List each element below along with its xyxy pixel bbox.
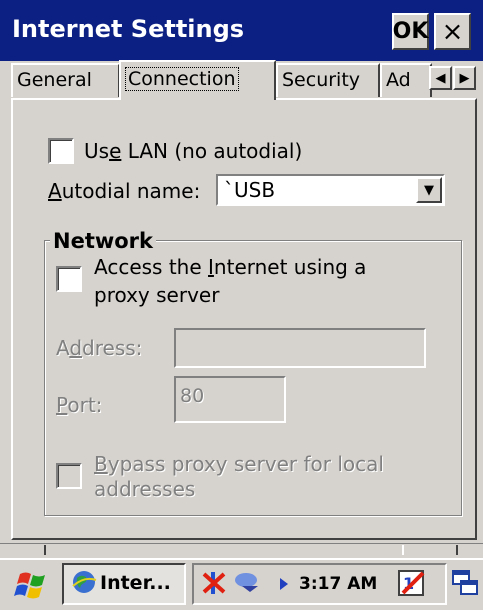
close-button[interactable]: ×	[434, 13, 471, 50]
use-lan-checkbox[interactable]	[48, 138, 74, 164]
ok-button[interactable]: OK	[392, 13, 429, 50]
autodial-label: Autodial name:	[48, 179, 201, 203]
window-title: Internet Settings	[12, 15, 245, 43]
tab-scroll-right-icon[interactable]: ▶	[453, 66, 476, 90]
tab-general[interactable]: General	[11, 63, 120, 97]
proxy-label-line2: proxy server	[94, 283, 220, 307]
chevron-down-icon[interactable]: ▼	[416, 177, 442, 203]
internet-globe-icon	[70, 568, 98, 596]
scroll-left-handle[interactable]	[8, 545, 46, 555]
clock[interactable]: 3:17 AM	[299, 572, 377, 596]
tab-scroll-left-icon[interactable]: ◀	[429, 66, 452, 90]
tab-connection[interactable]: Connection	[119, 60, 276, 100]
address-label: Address:	[56, 336, 143, 360]
autodial-value: `USB	[224, 178, 276, 202]
network-connection-icon[interactable]	[234, 568, 264, 596]
bypass-checkbox[interactable]	[56, 463, 82, 489]
port-label: Port:	[56, 393, 103, 417]
scroll-right-handle[interactable]	[402, 545, 458, 555]
tray-expand-icon[interactable]	[278, 576, 290, 590]
use-lan-label: Use LAN (no autodial)	[84, 139, 303, 163]
autodial-dropdown[interactable]: `USB ▼	[216, 174, 445, 206]
tab-security[interactable]: Security	[276, 63, 380, 97]
port-field[interactable]: 80	[174, 376, 286, 423]
proxy-label: Access the Internet using a	[94, 255, 367, 279]
input-panel-icon[interactable]: 1	[397, 567, 427, 599]
bypass-label-line2: addresses	[94, 477, 196, 501]
port-value: 80	[180, 385, 205, 407]
desktop-windows-icon[interactable]	[451, 567, 481, 599]
bypass-label: Bypass proxy server for local	[94, 452, 384, 476]
proxy-checkbox[interactable]	[56, 266, 82, 292]
start-icon[interactable]	[14, 566, 50, 602]
tab-advanced[interactable]: Ad	[380, 63, 432, 97]
taskbar-internet-settings-label: Inter...	[100, 572, 171, 594]
network-group-title: Network	[50, 229, 157, 253]
connection-disabled-icon[interactable]	[200, 568, 228, 598]
address-field[interactable]	[174, 328, 426, 368]
